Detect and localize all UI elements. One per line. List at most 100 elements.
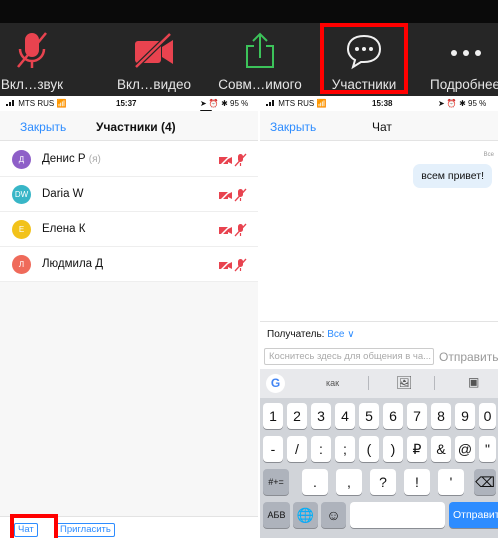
signal-icon [6, 100, 14, 106]
wifi-icon: 📶 [56, 99, 67, 108]
space-key[interactable] [350, 502, 445, 528]
wifi-icon: 📶 [316, 99, 327, 108]
avatar: Д [12, 150, 31, 169]
video-camera-muted-icon [132, 31, 176, 76]
key-paren-close[interactable]: ) [383, 436, 403, 462]
close-button[interactable]: Закрыть [270, 120, 316, 134]
participant-row[interactable]: DW Daria W [0, 177, 258, 212]
avatar: DW [12, 185, 31, 204]
avatar: Е [12, 220, 31, 239]
avatar: Л [12, 255, 31, 274]
toolbar-share-label: Совм…имого [218, 77, 302, 92]
me-tag: (я) [88, 154, 101, 165]
key-minus[interactable]: - [263, 436, 283, 462]
key-slash[interactable]: / [287, 436, 307, 462]
recipient-selector[interactable]: Получатель: Все ∨ [260, 321, 498, 345]
backspace-icon[interactable]: ⌫ [474, 469, 496, 495]
chat-navbar: Закрыть Чат [260, 111, 498, 141]
key-5[interactable]: 5 [359, 403, 379, 429]
carrier-label: MTS RUS 📶 [266, 99, 326, 108]
video-off-icon [219, 154, 232, 167]
close-button[interactable]: Закрыть [20, 120, 66, 134]
carrier-label: MTS RUS 📶 [6, 99, 66, 108]
microphone-off-icon [234, 153, 247, 167]
key-9[interactable]: 9 [455, 403, 475, 429]
key-paren-open[interactable]: ( [359, 436, 379, 462]
microphone-muted-icon [14, 31, 50, 76]
share-screen-icon [242, 31, 278, 76]
google-icon[interactable]: G [266, 374, 285, 393]
participant-name: Елена К [42, 223, 86, 235]
key-1[interactable]: 1 [263, 403, 283, 429]
send-button[interactable]: Отправить [439, 350, 498, 364]
key-8[interactable]: 8 [431, 403, 451, 429]
key-7[interactable]: 7 [407, 403, 427, 429]
message-sender: Все [483, 152, 494, 158]
participant-name: Денис Р (я) [42, 153, 101, 165]
message-bubble: всем привет! [413, 164, 492, 188]
key-comma[interactable]: , [336, 469, 362, 495]
participants-list: Д Денис Р (я) DW Daria W Е Елена К Л Люд… [0, 142, 258, 282]
participants-empty-area [0, 282, 258, 518]
key-0[interactable]: 0 [479, 403, 496, 429]
key-question[interactable]: ? [370, 469, 396, 495]
key-ampersand[interactable]: & [431, 436, 451, 462]
key-period[interactable]: . [302, 469, 328, 495]
more-icon [448, 31, 484, 76]
participant-status-icons [218, 153, 248, 167]
toolbar-share-button[interactable]: Совм…имого [214, 23, 306, 96]
chat-highlight-box [10, 514, 58, 538]
key-3[interactable]: 3 [311, 403, 331, 429]
microphone-off-icon [234, 258, 247, 272]
meeting-toolbar: Вкл…звук Вкл…видео Совм…имого Участники … [0, 23, 498, 96]
video-off-icon [219, 224, 232, 237]
gif-icon[interactable]: ▣ [468, 375, 479, 389]
key-2[interactable]: 2 [287, 403, 307, 429]
participants-navbar: Закрыть Участники (4) [0, 111, 258, 141]
toolbar-unmute-label: Вкл…звук [0, 77, 64, 92]
sticker-icon[interactable]: 🖼 [396, 375, 413, 391]
top-black-strip [0, 0, 498, 23]
chat-messages: Все всем привет! [260, 142, 498, 317]
key-apostrophe[interactable]: ' [438, 469, 464, 495]
toolbar-start-video-label: Вкл…видео [116, 77, 192, 92]
participant-status-icons [218, 223, 248, 237]
chat-screen: MTS RUS 📶 15:38 ➤ ⏰ ✱ 95 % Закрыть Чат В… [260, 96, 498, 538]
chat-input-row: Коснитесь здесь для общения в ча... Отпр… [260, 345, 498, 369]
globe-icon[interactable]: 🌐 [293, 502, 318, 528]
key-colon[interactable]: : [311, 436, 331, 462]
status-time: 15:38 [372, 99, 393, 108]
status-time: 15:37 [116, 99, 137, 108]
key-quote[interactable]: " [479, 436, 496, 462]
emoji-icon[interactable]: ☺ [321, 502, 346, 528]
participant-row[interactable]: Д Денис Р (я) [0, 142, 258, 177]
page-title: Участники (4) [96, 120, 176, 134]
key-ruble[interactable]: ₽ [407, 436, 427, 462]
participant-row[interactable]: Е Елена К [0, 212, 258, 247]
status-bar: MTS RUS 📶 15:37 ➤ ⏰ ✱ 95 % [0, 96, 258, 116]
participant-status-icons [218, 258, 248, 272]
key-exclamation[interactable]: ! [404, 469, 430, 495]
participant-row[interactable]: Л Людмила Д [0, 247, 258, 282]
recipient-value: Все [327, 329, 345, 340]
participants-screen: MTS RUS 📶 15:37 ➤ ⏰ ✱ 95 % Закрыть Участ… [0, 96, 258, 538]
keyboard: G как 🖼 ▣ 1 2 3 4 5 6 7 8 9 0 - / : ; ( … [260, 369, 498, 538]
keyboard-separator [434, 376, 435, 390]
key-abc[interactable]: АБВ [263, 502, 290, 528]
toolbar-more-label: Подробнее [430, 77, 498, 92]
key-at[interactable]: @ [455, 436, 475, 462]
toolbar-more-button[interactable]: Подробнее [426, 23, 498, 96]
recipient-label: Получатель: [267, 329, 325, 340]
keyboard-suggestion[interactable]: как [326, 378, 339, 388]
invite-button[interactable]: Пригласить [56, 523, 115, 537]
key-semicolon[interactable]: ; [335, 436, 355, 462]
keyboard-send-button[interactable]: Отправить [449, 502, 498, 528]
video-off-icon [219, 259, 232, 272]
signal-icon [266, 100, 274, 106]
key-6[interactable]: 6 [383, 403, 403, 429]
key-4[interactable]: 4 [335, 403, 355, 429]
toolbar-unmute-button[interactable]: Вкл…звук [0, 23, 64, 96]
toolbar-start-video-button[interactable]: Вкл…видео [108, 23, 200, 96]
key-more-symbols[interactable]: #+= [263, 469, 289, 495]
chat-input[interactable]: Коснитесь здесь для общения в ча... [264, 348, 434, 365]
